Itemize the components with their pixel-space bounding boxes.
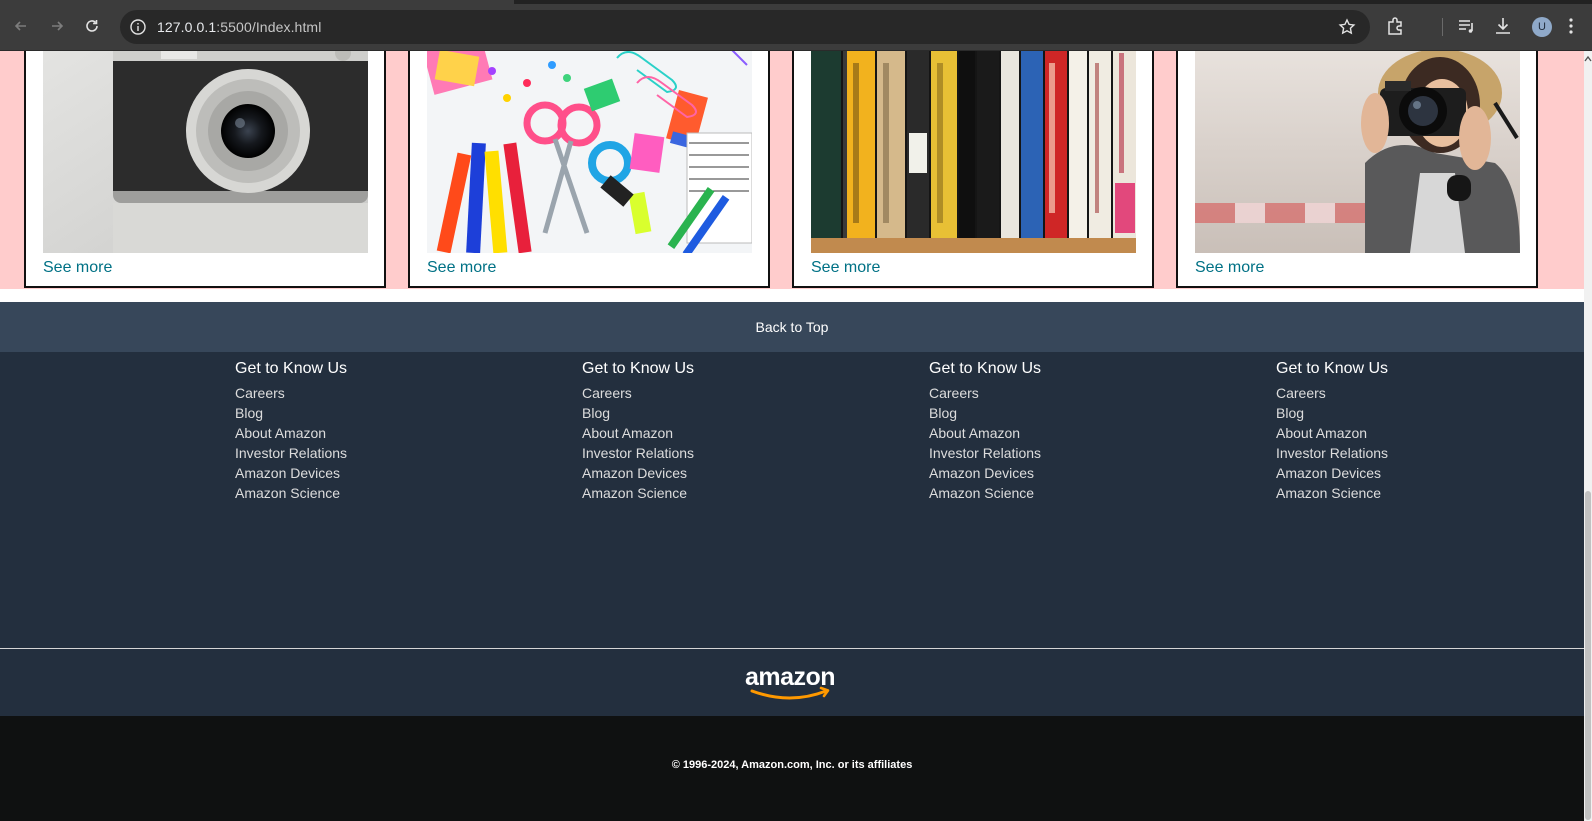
footer-link-amazon-science[interactable]: Amazon Science — [1276, 483, 1388, 503]
footer-link-investor-relations[interactable]: Investor Relations — [929, 443, 1041, 463]
footer-column: Get to Know Us Careers Blog About Amazon… — [235, 359, 347, 503]
footer-link-about-amazon[interactable]: About Amazon — [235, 423, 347, 443]
product-card: See more — [1176, 51, 1538, 288]
extensions-puzzle-icon[interactable] — [1385, 15, 1407, 37]
page-scrollbar[interactable] — [1584, 51, 1592, 821]
scrollbar-thumb[interactable] — [1585, 491, 1591, 820]
forward-arrow-icon[interactable] — [45, 14, 69, 38]
footer-link-investor-relations[interactable]: Investor Relations — [235, 443, 347, 463]
reload-icon[interactable] — [80, 14, 104, 38]
product-image-school-supplies[interactable] — [427, 51, 752, 253]
product-image-camera[interactable] — [43, 51, 368, 253]
footer-link-about-amazon[interactable]: About Amazon — [929, 423, 1041, 443]
media-queue-icon[interactable] — [1456, 15, 1478, 37]
footer-link-blog[interactable]: Blog — [582, 403, 694, 423]
copyright-text: © 1996-2024, Amazon.com, Inc. or its aff… — [671, 759, 913, 771]
footer-link-careers[interactable]: Careers — [929, 383, 1041, 403]
footer-link-amazon-science[interactable]: Amazon Science — [235, 483, 347, 503]
footer-link-amazon-devices[interactable]: Amazon Devices — [929, 463, 1041, 483]
footer-link-careers[interactable]: Careers — [582, 383, 694, 403]
tab-strip — [0, 0, 1592, 4]
footer-link-blog[interactable]: Blog — [1276, 403, 1388, 423]
bookmark-star-icon[interactable] — [1338, 18, 1356, 36]
footer-link-amazon-devices[interactable]: Amazon Devices — [582, 463, 694, 483]
svg-text:amazon: amazon — [745, 663, 835, 691]
footer-links-section: Get to Know Us Careers Blog About Amazon… — [0, 352, 1584, 648]
footer-link-amazon-devices[interactable]: Amazon Devices — [235, 463, 347, 483]
see-more-link[interactable]: See more — [427, 259, 496, 277]
browser-menu-icon[interactable] — [1560, 15, 1582, 37]
section-gap — [0, 289, 1584, 302]
profile-avatar[interactable]: U — [1532, 17, 1552, 37]
product-image-books[interactable] — [811, 51, 1136, 253]
amazon-logo[interactable]: amazon — [738, 661, 842, 701]
product-cards-section: See more See more See more See more — [0, 51, 1584, 302]
footer-column: Get to Know Us Careers Blog About Amazon… — [582, 359, 694, 503]
product-image-photographer[interactable] — [1195, 51, 1520, 253]
footer-link-amazon-science[interactable]: Amazon Science — [582, 483, 694, 503]
back-arrow-icon[interactable] — [9, 14, 33, 38]
footer-link-amazon-devices[interactable]: Amazon Devices — [1276, 463, 1388, 483]
footer-column-heading: Get to Know Us — [235, 360, 348, 377]
product-card: See more — [24, 51, 386, 288]
footer-logo-band: amazon — [0, 649, 1584, 716]
download-icon[interactable] — [1492, 15, 1514, 37]
page-viewport: See more See more See more See more Back… — [0, 51, 1584, 821]
footer-column-heading: Get to Know Us — [582, 360, 695, 377]
footer-link-investor-relations[interactable]: Investor Relations — [582, 443, 694, 463]
see-more-link[interactable]: See more — [43, 259, 112, 277]
footer-link-careers[interactable]: Careers — [1276, 383, 1388, 403]
toolbar-separator — [1442, 18, 1443, 36]
see-more-link[interactable]: See more — [811, 259, 880, 277]
footer-link-about-amazon[interactable]: About Amazon — [1276, 423, 1388, 443]
footer-link-blog[interactable]: Blog — [235, 403, 347, 423]
scroll-up-arrow-icon[interactable] — [1584, 51, 1592, 62]
footer-column-heading: Get to Know Us — [929, 360, 1042, 377]
footer-link-careers[interactable]: Careers — [235, 383, 347, 403]
footer-link-amazon-science[interactable]: Amazon Science — [929, 483, 1041, 503]
copyright-band: © 1996-2024, Amazon.com, Inc. or its aff… — [0, 716, 1584, 821]
site-info-icon[interactable] — [128, 17, 148, 37]
footer-column: Get to Know Us Careers Blog About Amazon… — [1276, 359, 1388, 503]
browser-toolbar: 127.0.0.1:5500/Index.html U — [0, 0, 1592, 51]
footer-link-about-amazon[interactable]: About Amazon — [582, 423, 694, 443]
back-to-top-label: Back to Top — [755, 319, 829, 335]
product-card: See more — [792, 51, 1154, 288]
url-text: 127.0.0.1:5500/Index.html — [157, 19, 322, 35]
product-card: See more — [408, 51, 770, 288]
back-to-top-button[interactable]: Back to Top — [0, 302, 1584, 352]
footer-link-investor-relations[interactable]: Investor Relations — [1276, 443, 1388, 463]
see-more-link[interactable]: See more — [1195, 259, 1264, 277]
address-bar[interactable]: 127.0.0.1:5500/Index.html — [120, 10, 1370, 44]
footer-column-heading: Get to Know Us — [1276, 360, 1389, 377]
footer-link-blog[interactable]: Blog — [929, 403, 1041, 423]
footer-column: Get to Know Us Careers Blog About Amazon… — [929, 359, 1041, 503]
